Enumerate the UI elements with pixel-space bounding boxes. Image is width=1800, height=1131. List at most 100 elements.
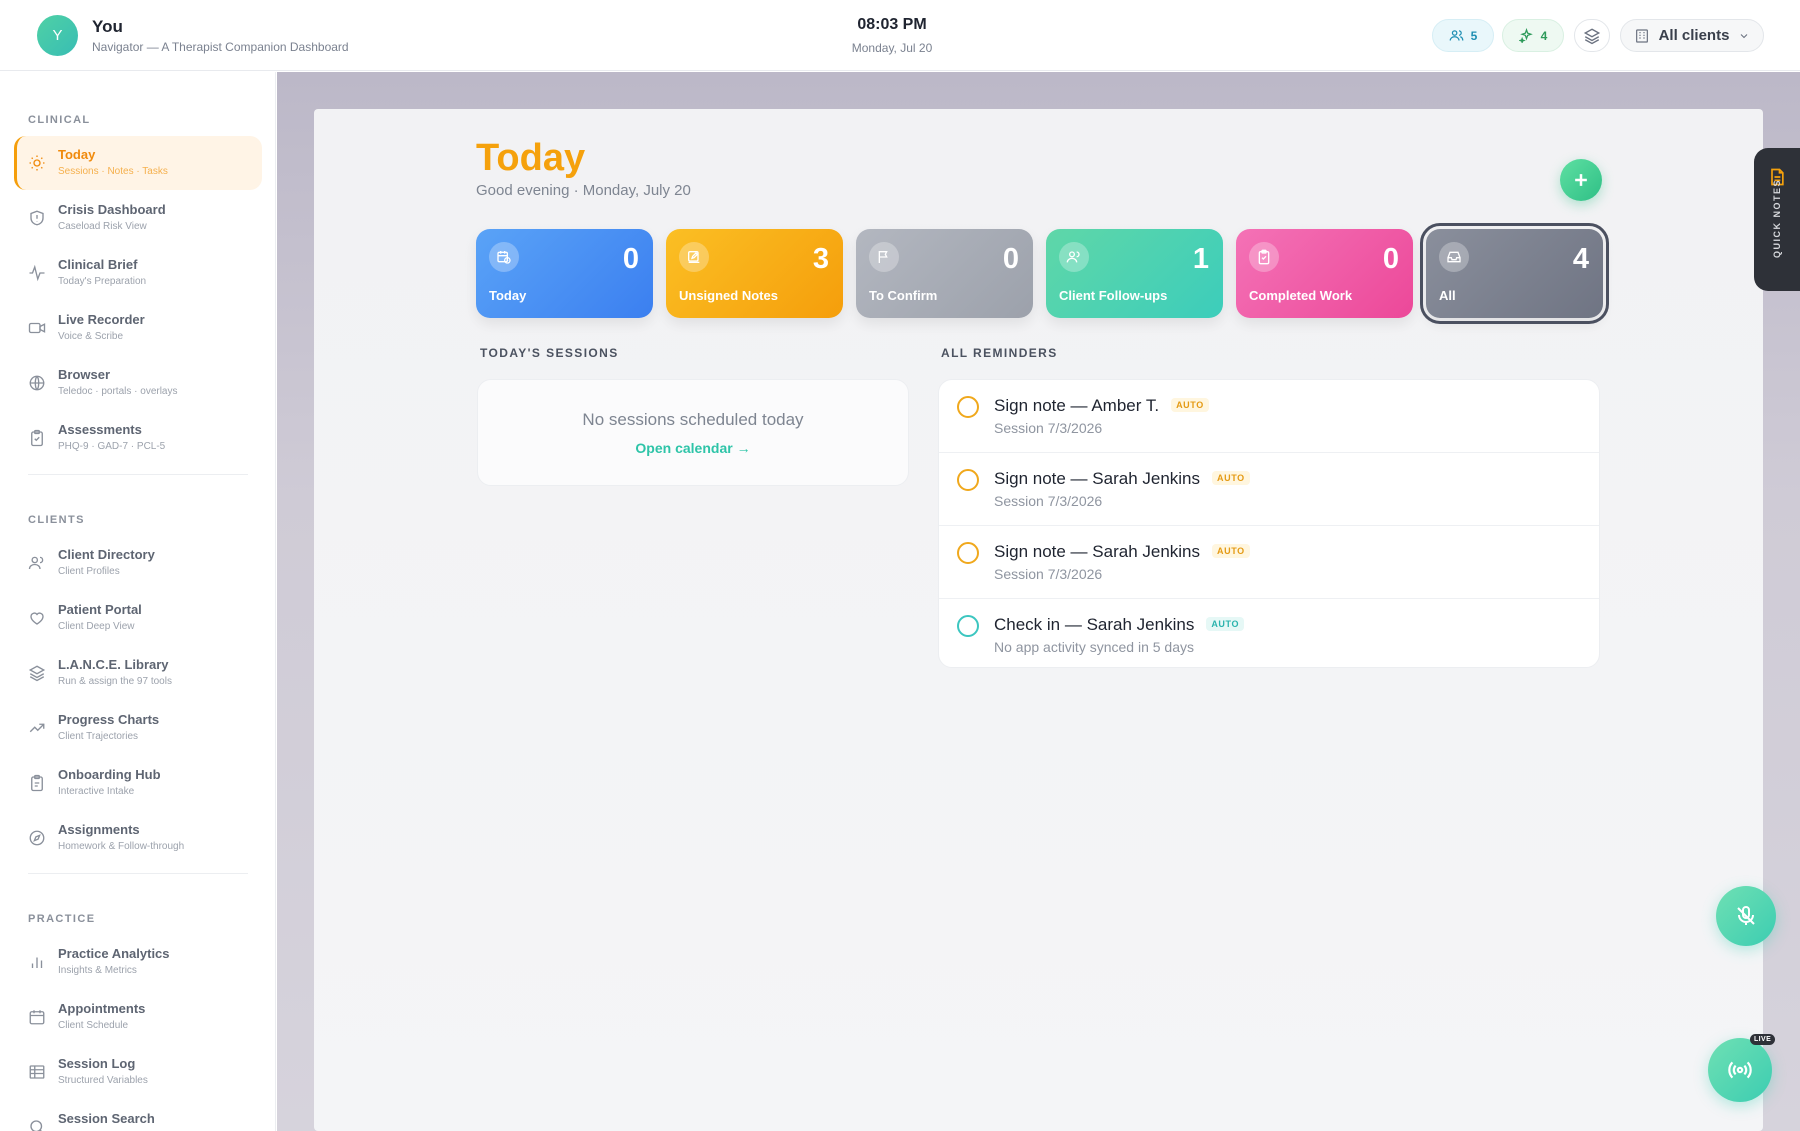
sidebar-item-browser[interactable]: Browser Teledoc · portals · overlays	[14, 356, 262, 410]
mute-mic-button[interactable]	[1716, 886, 1776, 946]
list-item[interactable]: Sign note — Amber T. AUTO Session 7/3/202…	[939, 380, 1599, 453]
client-filter-select[interactable]: All clients	[1620, 19, 1764, 52]
reminder-checkbox[interactable]	[957, 542, 979, 564]
search-icon	[30, 1120, 43, 1131]
card-to-confirm[interactable]: 0 To Confirm	[856, 229, 1033, 318]
clipboard-icon	[31, 429, 43, 447]
sidebar-item-label: Browser	[58, 367, 111, 382]
reminder-title-line: Check in — Sarah Jenkins AUTO	[994, 615, 1245, 635]
card-today[interactable]: 0 Today	[476, 229, 653, 318]
sidebar-item-today[interactable]: Today Sessions · Notes · Tasks	[14, 136, 262, 190]
avatar[interactable]: Y	[37, 15, 78, 56]
insights-count: 4	[1540, 28, 1548, 43]
page-subtitle: Good evening · Monday, July 20	[476, 182, 691, 199]
sidebar-item-sub: Teledoc · portals · overlays	[58, 386, 178, 397]
layers-button[interactable]	[1574, 19, 1610, 52]
sidebar-item-assignments[interactable]: Assignments Homework & Follow-through	[14, 811, 262, 865]
sessions-card: No sessions scheduled today Open calenda…	[477, 379, 909, 486]
reminder-checkbox[interactable]	[957, 396, 979, 418]
clipboard-check-icon	[1249, 242, 1279, 272]
live-broadcast-button[interactable]	[1708, 1038, 1772, 1102]
sidebar-item-sub: Client Deep View	[58, 621, 135, 632]
sidebar-item-live-recorder[interactable]: Live Recorder Voice & Scribe	[14, 301, 262, 355]
top-header: Y You Navigator — A Therapist Companion …	[0, 0, 1800, 71]
sidebar-item-label: Onboarding Hub	[58, 767, 161, 782]
section-title-clients: CLIENTS	[28, 514, 85, 526]
live-badge: LIVE	[1750, 1034, 1776, 1045]
reminder-sub: Session 7/3/2026	[994, 493, 1103, 509]
sidebar-item-patient-portal[interactable]: Patient Portal Client Deep View	[14, 591, 262, 645]
sidebar-item-onboarding-hub[interactable]: Onboarding Hub Interactive Intake	[14, 756, 262, 810]
card-label: Client Follow-ups	[1059, 288, 1168, 303]
card-label: All	[1439, 288, 1456, 303]
card-label: Unsigned Notes	[679, 288, 778, 303]
heart-icon	[30, 612, 44, 625]
clock-time: 08:03 PM	[857, 16, 927, 33]
sidebar-item-appointments[interactable]: Appointments Client Schedule	[14, 990, 262, 1044]
users-icon	[1059, 242, 1089, 272]
reminder-title-line: Sign note — Sarah Jenkins AUTO	[994, 469, 1250, 489]
empty-sessions-text: No sessions scheduled today	[582, 410, 804, 429]
sidebar-item-label: L.A.N.C.E. Library	[58, 657, 169, 672]
reminder-checkbox[interactable]	[957, 469, 979, 491]
broadcast-icon	[1728, 1061, 1752, 1079]
sidebar-item-sub: Client Profiles	[58, 566, 120, 577]
sidebar-item-client-directory[interactable]: Client Directory Client Profiles	[14, 536, 262, 590]
list-item[interactable]: Sign note — Sarah Jenkins AUTO Session 7/…	[939, 526, 1599, 599]
user-name: You	[92, 17, 123, 36]
reminders-list: Sign note — Amber T. AUTO Session 7/3/202…	[938, 379, 1600, 668]
reminders-section-title: ALL REMINDERS	[941, 346, 1058, 360]
sidebar-item-progress-charts[interactable]: Progress Charts Client Trajectories	[14, 701, 262, 755]
shield-icon	[30, 210, 44, 226]
list-item[interactable]: Check in — Sarah Jenkins AUTO No app acti…	[939, 599, 1599, 667]
flag-icon	[869, 242, 899, 272]
bar-chart-icon	[31, 957, 43, 968]
insights-pill[interactable]: 4	[1502, 19, 1564, 52]
calendar-icon	[29, 1010, 45, 1025]
auto-badge: AUTO	[1212, 471, 1250, 485]
sidebar-item-label: Appointments	[58, 1001, 146, 1016]
users-icon	[1449, 30, 1464, 41]
sidebar-item-clinical-brief[interactable]: Clinical Brief Today's Preparation	[14, 246, 262, 300]
card-unsigned-notes[interactable]: 3 Unsigned Notes	[666, 229, 843, 318]
card-completed-work[interactable]: 0 Completed Work	[1236, 229, 1413, 318]
section-title-practice: PRACTICE	[28, 913, 96, 925]
card-label: To Confirm	[869, 288, 938, 303]
sidebar-item-sub: Voice & Scribe	[58, 331, 124, 342]
building-icon	[1635, 28, 1648, 43]
reminder-title: Sign note — Sarah Jenkins	[994, 469, 1201, 488]
clock-date: Monday, Jul 20	[851, 41, 933, 55]
reminder-checkbox[interactable]	[957, 615, 979, 637]
sidebar-item-practice-analytics[interactable]: Practice Analytics Insights & Metrics	[14, 935, 262, 989]
reminder-title-line: Sign note — Amber T. AUTO	[994, 396, 1209, 416]
sidebar-item-lance-library[interactable]: L.A.N.C.E. Library Run & assign the 97 t…	[14, 646, 262, 700]
sidebar-item-assessments[interactable]: Assessments PHQ-9 · GAD-7 · PCL-5	[14, 411, 262, 465]
active-clients-pill[interactable]: 5	[1432, 19, 1494, 52]
app-subtitle: Navigator — A Therapist Companion Dashbo…	[92, 40, 349, 54]
reminder-title-line: Sign note — Sarah Jenkins AUTO	[994, 542, 1250, 562]
quick-notes-tab[interactable]: QUICK NOTES	[1754, 148, 1800, 291]
sidebar-item-session-search[interactable]: Session Search	[14, 1100, 262, 1131]
sidebar: CLINICAL Today Sessions · Notes · Tasks …	[0, 72, 276, 1131]
card-client-follow-ups[interactable]: 1 Client Follow-ups	[1046, 229, 1223, 318]
sidebar-item-sub: Sessions · Notes · Tasks	[58, 166, 168, 177]
open-calendar-link[interactable]: Open calendar →	[478, 440, 908, 456]
sidebar-item-crisis-dashboard[interactable]: Crisis Dashboard Caseload Risk View	[14, 191, 262, 245]
card-all[interactable]: 4 All	[1420, 223, 1609, 324]
sidebar-item-label: Today	[58, 147, 96, 162]
section-divider	[28, 873, 248, 874]
card-count: 3	[812, 243, 829, 275]
sidebar-item-label: Client Directory	[58, 547, 155, 562]
sidebar-item-sub: Homework & Follow-through	[58, 841, 185, 852]
quick-notes-label: QUICK NOTES	[1772, 178, 1782, 258]
list-item[interactable]: Sign note — Sarah Jenkins AUTO Session 7/…	[939, 453, 1599, 526]
reminder-sub: No app activity synced in 5 days	[994, 639, 1194, 655]
clipboard-check-icon	[31, 774, 43, 792]
edit-note-icon	[679, 242, 709, 272]
sessions-section-title: TODAY'S SESSIONS	[480, 346, 619, 360]
sidebar-item-sub: Client Schedule	[58, 1020, 129, 1031]
sparkle-icon	[1518, 28, 1533, 43]
sidebar-item-label: Session Search	[58, 1111, 155, 1126]
add-button[interactable]	[1560, 159, 1602, 201]
sidebar-item-session-log[interactable]: Session Log Structured Variables	[14, 1045, 262, 1099]
